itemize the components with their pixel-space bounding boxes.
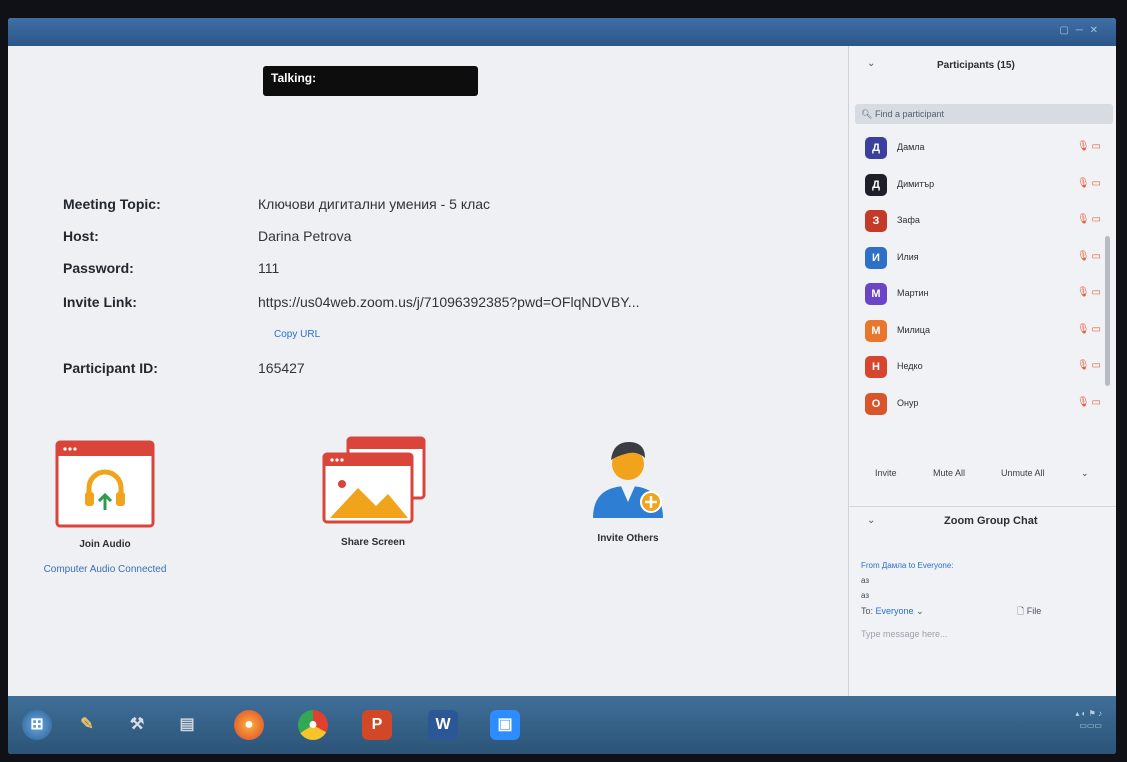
file-label: File [1026, 606, 1042, 616]
participants-header: ⌄ Participants (15) [849, 46, 1116, 84]
host-value: Darina Petrova [258, 228, 352, 244]
share-screen-tile[interactable]: Share Screen [318, 434, 428, 548]
muted-mic-icon: 🎙︎▭ [1076, 287, 1103, 298]
avatar: Н [865, 356, 887, 378]
avatar: И [865, 246, 887, 269]
participant-row[interactable]: Д Дамла 🎙︎▭ [849, 132, 1116, 169]
password-value: 111 [258, 260, 280, 276]
chat-from-line: From Дамла to Everyone: [861, 561, 954, 570]
file-button[interactable]: 🗋 File [1017, 604, 1041, 620]
participant-name: Димитър [897, 178, 935, 189]
chat-message-input[interactable]: Type message here... [861, 629, 948, 639]
window-titlebar: ▢ ─ ✕ [8, 18, 1116, 46]
avatar: О [865, 392, 887, 415]
muted-mic-icon: 🎙︎▭ [1076, 323, 1103, 335]
headphones-icon [55, 440, 155, 528]
host-label: Host: [63, 228, 99, 244]
join-audio-label: Join Audio [79, 539, 131, 550]
chrome-icon[interactable]: ● [298, 710, 328, 740]
word-icon[interactable]: W [428, 710, 458, 740]
files-icon[interactable]: ▤ [172, 710, 202, 740]
file-icon: 🗋 [1017, 606, 1025, 616]
participant-row[interactable]: Д Димитър 🎙︎▭ [849, 169, 1116, 206]
participant-row[interactable]: М Милица 🎙︎▭ [849, 315, 1116, 352]
invite-person-icon [593, 442, 663, 518]
participant-id-label: Participant ID: [63, 360, 158, 376]
meeting-topic-value: Ключови дигитални умения - 5 клас [258, 196, 491, 212]
participants-title: Participants (15) [937, 60, 1015, 71]
firefox-icon[interactable]: ● [234, 710, 264, 740]
more-options-icon[interactable]: ⌄ [1081, 468, 1089, 479]
mute-all-button[interactable]: Mute All [933, 468, 965, 478]
zoom-icon[interactable]: ▣ [490, 710, 520, 740]
participant-name: Милица [897, 324, 930, 335]
share-screen-icon [322, 436, 426, 524]
participant-name: Дамла [897, 142, 925, 152]
chat-collapse-chevron-icon[interactable]: ⌄ [867, 515, 875, 526]
collapse-chevron-icon[interactable]: ⌄ [867, 58, 875, 69]
muted-mic-icon: 🎙︎▭ [1076, 141, 1103, 152]
chat-title: Zoom Group Chat [944, 515, 1038, 527]
chat-to-value: Everyone [875, 606, 914, 616]
chat-header: ⌄ Zoom Group Chat [849, 506, 1116, 531]
muted-mic-icon: 🎙︎▭ [1076, 177, 1103, 189]
invite-others-label: Invite Others [597, 533, 659, 544]
meeting-info-area: Talking: Meeting Topic: Ключови дигиталн… [8, 46, 848, 696]
invite-others-tile[interactable]: Invite Others [578, 430, 678, 544]
participant-name: Мартин [897, 288, 929, 298]
participant-row[interactable]: О Онур 🎙︎▭ [849, 388, 1116, 425]
avatar: М [865, 283, 887, 305]
search-placeholder: Find a participant [874, 109, 944, 119]
desktop-screen: ▢ ─ ✕ Talking: Meeting Topic: Ключови ди… [8, 18, 1116, 754]
windows-taskbar: ⊞ ✎ ⚒ ▤ ● ● P W ▣ ▴ ◐ ⚑ ♪ ▭▭▭ [8, 696, 1116, 754]
copy-url-link[interactable]: Copy URL [274, 329, 320, 340]
participant-row[interactable]: З Зафа 🎙︎▭ [849, 205, 1116, 242]
muted-mic-icon: 🎙︎▭ [1076, 360, 1103, 371]
participant-name: Зафа [897, 215, 920, 225]
start-button-icon[interactable]: ⊞ [22, 710, 52, 740]
muted-mic-icon: 🎙︎▭ [1076, 396, 1103, 408]
invite-button[interactable]: Invite [875, 468, 897, 478]
paint-icon[interactable]: ✎ [72, 710, 102, 740]
participant-row[interactable]: И Илия 🎙︎▭ [849, 242, 1116, 279]
invite-link-label: Invite Link: [63, 294, 137, 310]
tools-icon[interactable]: ⚒ [122, 710, 152, 740]
system-tray: ▴ ◐ ⚑ ♪ ▭▭▭ [1075, 709, 1102, 730]
participant-row[interactable]: М Мартин 🎙︎▭ [849, 278, 1116, 315]
talking-indicator: Talking: [263, 66, 478, 96]
avatar: М [865, 319, 887, 342]
participant-row[interactable]: Н Недко 🎙︎▭ [849, 351, 1116, 388]
invite-link-value: https://us04web.zoom.us/j/71096392385?pw… [258, 294, 640, 310]
share-screen-label: Share Screen [341, 537, 405, 548]
participant-list: Д Дамла 🎙︎▭ Д Димитър 🎙︎▭ З Зафа 🎙︎▭ И Илия 🎙︎▭ М Мар… [849, 132, 1116, 424]
audio-status-text: Computer Audio Connected [43, 564, 167, 575]
search-icon: 🔍︎ [861, 109, 873, 119]
muted-mic-icon: 🎙︎▭ [1076, 250, 1103, 262]
participant-search-input[interactable]: 🔍︎ Find a participant [855, 104, 1113, 124]
unmute-all-button[interactable]: Unmute All [1001, 468, 1045, 478]
join-audio-tile[interactable]: Join Audio Computer Audio Connected [40, 440, 170, 575]
password-label: Password: [63, 260, 134, 276]
participant-list-scrollbar[interactable] [1105, 236, 1110, 386]
participant-name: Онур [897, 397, 919, 408]
avatar: Д [865, 137, 887, 159]
participant-id-value: 165427 [258, 360, 305, 376]
avatar: З [865, 210, 887, 232]
chat-message: аз [861, 591, 870, 600]
meeting-topic-label: Meeting Topic: [63, 196, 161, 212]
chat-recipient-select[interactable]: To: Everyone ⌄ [861, 606, 924, 617]
muted-mic-icon: 🎙︎▭ [1076, 214, 1103, 225]
window-caption: ▢ ─ ✕ [1059, 25, 1100, 36]
participant-name: Илия [897, 251, 919, 262]
avatar: Д [865, 173, 887, 196]
participant-name: Недко [897, 361, 923, 371]
powerpoint-icon[interactable]: P [362, 710, 392, 740]
participants-panel: ⌄ Participants (15) 🔍︎ Find a participan… [848, 46, 1116, 696]
chat-message: аз [861, 576, 870, 585]
chat-to-label: To: [861, 606, 874, 616]
